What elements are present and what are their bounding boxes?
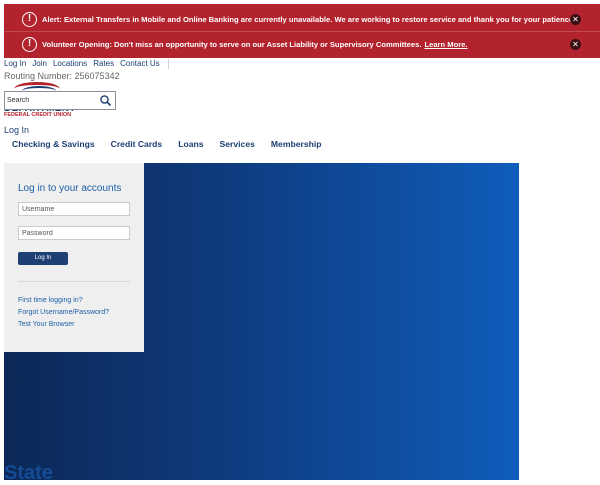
username-field[interactable] <box>18 202 130 216</box>
alert-banner: ! Alert: External Transfers in Mobile an… <box>4 4 600 58</box>
nav-loans[interactable]: Loans <box>178 139 203 149</box>
search-input[interactable] <box>7 94 97 107</box>
main-nav: Checking & Savings Credit Cards Loans Se… <box>12 139 338 149</box>
nav-checking-savings[interactable]: Checking & Savings <box>12 139 95 149</box>
learn-more-link[interactable]: Learn More. <box>424 40 467 49</box>
util-locations-link[interactable]: Locations <box>53 59 87 69</box>
close-icon[interactable]: ✕ <box>570 13 581 25</box>
nav-membership[interactable]: Membership <box>271 139 322 149</box>
util-join-link[interactable]: Join <box>32 59 47 69</box>
util-rates-link[interactable]: Rates <box>93 59 114 69</box>
exclamation-icon: ! <box>22 11 37 27</box>
search-icon[interactable] <box>99 94 112 107</box>
alert-text: Alert: External Transfers in Mobile and … <box>42 14 576 24</box>
utility-nav: Log In Join Locations Rates Contact Us <box>4 59 175 69</box>
nav-services[interactable]: Services <box>220 139 255 149</box>
login-button[interactable]: Log In <box>18 252 68 265</box>
divider <box>167 59 169 69</box>
exclamation-icon: ! <box>22 37 37 52</box>
login-card: Log in to your accounts Log In First tim… <box>4 163 144 352</box>
util-contact-link[interactable]: Contact Us <box>120 59 160 69</box>
forgot-credentials-link[interactable]: Forgot Username/Password? <box>18 309 109 316</box>
logo-subtitle: FEDERAL CREDIT UNION <box>4 112 72 118</box>
test-browser-link[interactable]: Test Your Browser <box>18 321 74 328</box>
alert-message: Volunteer Opening: Don't miss an opportu… <box>42 40 422 49</box>
password-field[interactable] <box>18 226 130 240</box>
hero-title: State <box>4 462 53 484</box>
login-link[interactable]: Log In <box>4 125 29 135</box>
alert-text: Volunteer Opening: Don't miss an opportu… <box>42 40 468 49</box>
divider <box>18 281 130 282</box>
util-login-link[interactable]: Log In <box>4 59 26 69</box>
search-box <box>4 91 116 110</box>
alert-row: ! Alert: External Transfers in Mobile an… <box>4 6 600 32</box>
nav-credit-cards[interactable]: Credit Cards <box>111 139 163 149</box>
login-card-title: Log in to your accounts <box>18 183 122 194</box>
first-time-login-link[interactable]: First time logging in? <box>18 297 83 304</box>
routing-number: Routing Number: 256075342 <box>4 71 120 81</box>
alert-row: ! Volunteer Opening: Don't miss an oppor… <box>4 31 600 57</box>
close-icon[interactable]: ✕ <box>570 39 581 50</box>
